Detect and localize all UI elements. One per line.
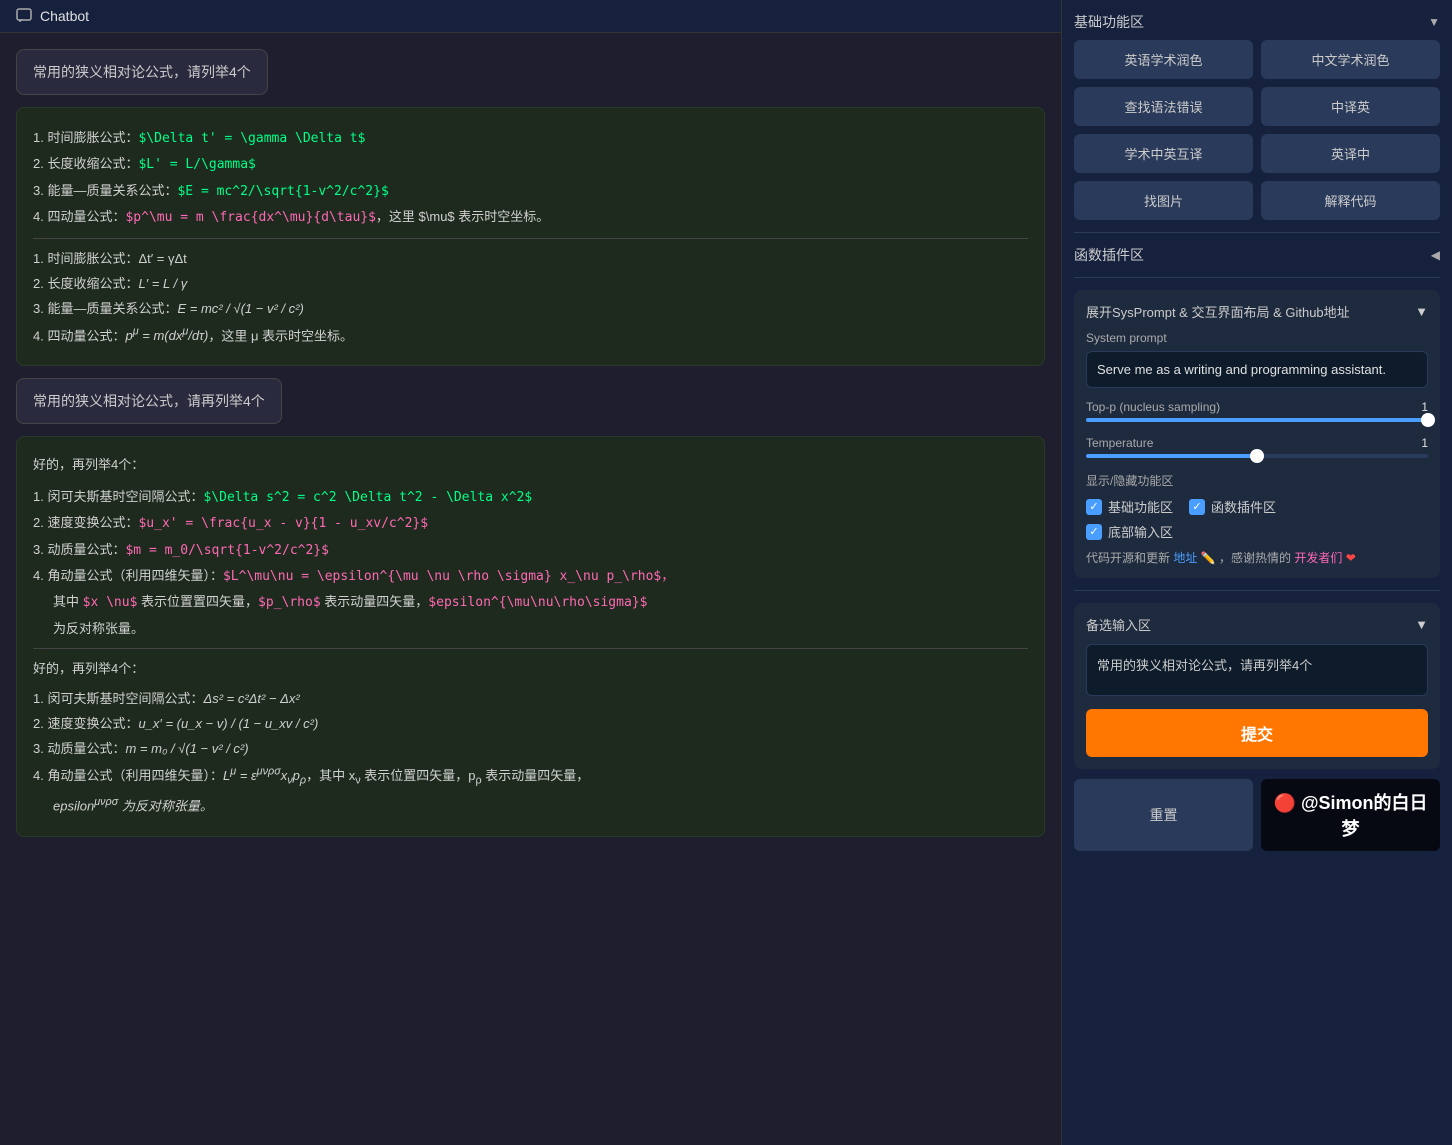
divider-3: [1074, 590, 1440, 591]
checkbox-bottom-box[interactable]: ✓: [1086, 524, 1102, 540]
source-text: 代码开源和更新: [1086, 551, 1170, 565]
bottom-btn-row: 重置 🔴 @Simon的白日梦: [1074, 779, 1440, 851]
system-prompt-label: System prompt: [1086, 331, 1428, 345]
plugin-arrow: ◀: [1431, 248, 1440, 262]
checkbox-row-1: ✓ 基础功能区 ✓ 函数插件区: [1086, 497, 1428, 516]
top-bar-title: Chatbot: [40, 8, 89, 24]
plugin-functions-section: 函数插件区 ◀: [1074, 245, 1440, 265]
heart-icon: ❤: [1346, 551, 1356, 565]
user-message-1: 常用的狭义相对论公式，请列举4个: [16, 49, 268, 95]
btn-english-polish[interactable]: 英语学术润色: [1074, 40, 1253, 79]
basic-buttons-grid: 英语学术润色 中文学术润色 查找语法错误 中译英 学术中英互译 英译中 找图片 …: [1074, 40, 1440, 220]
checkbox-plugin-label: 函数插件区: [1211, 497, 1276, 516]
top-p-label: Top-p (nucleus sampling): [1086, 400, 1220, 414]
expand-header: 展开SysPrompt & 交互界面布局 & Github地址 ▼: [1086, 302, 1428, 321]
contributors-link[interactable]: 开发者们: [1294, 551, 1342, 565]
temperature-value: 1: [1421, 436, 1428, 450]
expand-label: 展开SysPrompt & 交互界面布局 & Github地址: [1086, 302, 1350, 321]
basic-functions-header: 基础功能区 ▼: [1074, 12, 1440, 32]
right-panel: 基础功能区 ▼ 英语学术润色 中文学术润色 查找语法错误 中译英 学术中英互译 …: [1062, 0, 1452, 1145]
watermark: 🔴 @Simon的白日梦: [1261, 779, 1440, 851]
btn-en-to-zh[interactable]: 英译中: [1261, 134, 1440, 173]
chat-icon: [16, 8, 32, 24]
checkbox-basic-label: 基础功能区: [1108, 497, 1173, 516]
reset-button[interactable]: 重置: [1074, 779, 1253, 851]
btn-find-image[interactable]: 找图片: [1074, 181, 1253, 220]
chat-panel: Chatbot 常用的狭义相对论公式，请列举4个 1. 时间膨胀公式：$\Del…: [0, 0, 1062, 1145]
expand-section: 展开SysPrompt & 交互界面布局 & Github地址 ▼ System…: [1074, 290, 1440, 578]
checkbox-row-2: ✓ 底部输入区: [1086, 522, 1428, 541]
submit-button[interactable]: 提交: [1086, 709, 1428, 757]
checkbox-bottom-label: 底部输入区: [1108, 522, 1173, 541]
btn-explain-code[interactable]: 解释代码: [1261, 181, 1440, 220]
basic-functions-label: 基础功能区: [1074, 12, 1144, 32]
divider-2: [1074, 277, 1440, 278]
top-p-slider-fill: [1086, 418, 1428, 422]
basic-functions-arrow: ▼: [1428, 15, 1440, 29]
checkbox-plugin[interactable]: ✓ 函数插件区: [1189, 497, 1276, 516]
top-p-row: Top-p (nucleus sampling) 1: [1086, 400, 1428, 414]
temperature-slider-thumb[interactable]: [1250, 449, 1264, 463]
top-p-slider-thumb[interactable]: [1421, 413, 1435, 427]
basic-functions-section: 基础功能区 ▼ 英语学术润色 中文学术润色 查找语法错误 中译英 学术中英互译 …: [1074, 12, 1440, 220]
alt-input-arrow: ▼: [1415, 617, 1428, 632]
alt-input-label: 备选输入区: [1086, 615, 1151, 634]
alt-input-section: 备选输入区 ▼ 常用的狭义相对论公式，请再列举4个 提交: [1074, 603, 1440, 769]
btn-academic-translate[interactable]: 学术中英互译: [1074, 134, 1253, 173]
top-bar: Chatbot: [0, 0, 1061, 33]
btn-chinese-polish[interactable]: 中文学术润色: [1261, 40, 1440, 79]
thanks-text: ，感谢热情的: [1219, 551, 1291, 565]
source-link-row: 代码开源和更新 地址 ✏️ ，感谢热情的 开发者们 ❤: [1086, 549, 1428, 566]
visibility-label: 显示/隐藏功能区: [1086, 472, 1428, 489]
alt-input-header: 备选输入区 ▼: [1086, 615, 1428, 634]
weibo-icon: 🔴: [1274, 793, 1296, 813]
system-prompt-box: Serve me as a writing and programming as…: [1086, 351, 1428, 388]
user-message-2: 常用的狭义相对论公式，请再列举4个: [16, 378, 282, 424]
checkbox-basic[interactable]: ✓ 基础功能区: [1086, 497, 1173, 516]
watermark-text: @Simon的白日梦: [1301, 793, 1428, 839]
source-link[interactable]: 地址: [1173, 551, 1197, 565]
checkbox-basic-box[interactable]: ✓: [1086, 499, 1102, 515]
alt-input-textarea[interactable]: 常用的狭义相对论公式，请再列举4个: [1086, 644, 1428, 696]
chat-area: 常用的狭义相对论公式，请列举4个 1. 时间膨胀公式：$\Delta t' = …: [0, 33, 1061, 1145]
assistant-message-1: 1. 时间膨胀公式：$\Delta t' = \gamma \Delta t$ …: [16, 107, 1045, 366]
assistant-message-2: 好的，再列举4个： 1. 闵可夫斯基时空间隔公式：$\Delta s^2 = c…: [16, 436, 1045, 836]
temperature-label: Temperature: [1086, 436, 1153, 450]
top-p-slider-track[interactable]: [1086, 418, 1428, 422]
temperature-row: Temperature 1: [1086, 436, 1428, 450]
btn-grammar-check[interactable]: 查找语法错误: [1074, 87, 1253, 126]
expand-arrow: ▼: [1415, 304, 1428, 319]
btn-zh-to-en[interactable]: 中译英: [1261, 87, 1440, 126]
divider-1: [1074, 232, 1440, 233]
checkbox-plugin-box[interactable]: ✓: [1189, 499, 1205, 515]
temperature-slider-fill: [1086, 454, 1257, 458]
checkbox-bottom[interactable]: ✓ 底部输入区: [1086, 522, 1173, 541]
top-p-value: 1: [1421, 400, 1428, 414]
plugin-label: 函数插件区: [1074, 245, 1144, 265]
temperature-slider-track[interactable]: [1086, 454, 1428, 458]
